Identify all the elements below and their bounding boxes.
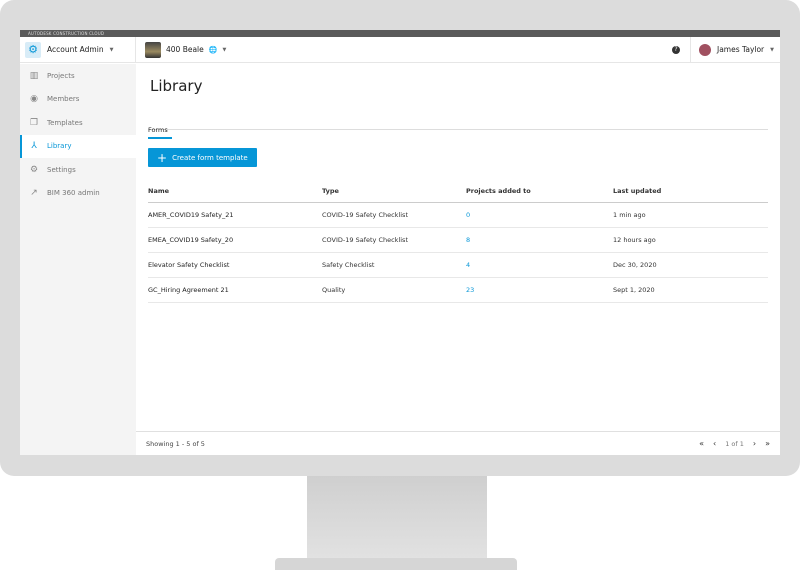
building-icon: ▥ — [29, 70, 39, 81]
form-name[interactable]: GC_Hiring Agreement 21 — [148, 277, 322, 303]
column-header[interactable]: Type — [322, 180, 466, 203]
column-header[interactable]: Last updated — [613, 180, 768, 203]
library-icon: ⅄ — [31, 141, 37, 152]
table-footer: Showing 1 - 5 of 5 « ‹ 1 of 1 › » — [136, 431, 780, 455]
form-name[interactable]: AMER_COVID19 Safety_21 — [148, 202, 322, 228]
sidebar-item-projects[interactable]: ▥ Projects — [20, 64, 136, 88]
last-page-icon[interactable]: » — [765, 439, 770, 448]
tab-forms[interactable]: Forms — [148, 126, 172, 139]
last-updated: Dec 30, 2020 — [613, 252, 768, 278]
account-switcher[interactable]: ⚙ Account Admin ▼ — [20, 37, 136, 62]
projects-count-link[interactable]: 4 — [466, 252, 613, 278]
pagination: « ‹ 1 of 1 › » — [699, 439, 770, 448]
last-updated: 12 hours ago — [613, 227, 768, 253]
form-name[interactable]: Elevator Safety Checklist — [148, 252, 322, 278]
gear-icon: ⚙ — [25, 41, 41, 58]
sidebar: ▥ Projects ◉ Members ❐ Templates ⅄ Library ⚙… — [20, 64, 136, 455]
button-label: Create form template — [172, 153, 248, 162]
sidebar-item-label: BIM 360 admin — [47, 189, 100, 198]
user-circle-icon: ◉ — [30, 94, 38, 105]
next-page-icon[interactable]: › — [753, 439, 756, 448]
avatar — [698, 43, 711, 56]
user-name: James Taylor — [716, 45, 765, 54]
table-row[interactable]: AMER_COVID19 Safety_21 COVID-19 Safety Ch… — [148, 202, 768, 228]
caret-down-icon: ▼ — [770, 46, 774, 53]
projects-count-link[interactable]: 23 — [466, 277, 613, 303]
brand-strip: AUTODESK CONSTRUCTION CLOUD — [20, 30, 780, 37]
column-header[interactable]: Projects added to — [466, 180, 613, 203]
form-type: Safety Checklist — [322, 252, 466, 278]
main-content: Library Forms + Create form template Nam… — [136, 64, 780, 455]
table-header: Name Type Projects added to Last updated — [148, 180, 768, 203]
globe-icon: 🌐 — [208, 45, 218, 54]
first-page-icon[interactable]: « — [699, 439, 704, 448]
monitor-base — [275, 558, 517, 570]
plus-icon: + — [157, 150, 168, 165]
external-link-icon: ↗ — [30, 188, 38, 199]
project-switcher[interactable]: 400 Beale 🌐 ▼ — [136, 41, 227, 58]
last-updated: 1 min ago — [613, 202, 768, 228]
project-label: 400 Beale — [166, 45, 204, 54]
documents-icon: ❐ — [29, 117, 39, 128]
form-type: COVID-19 Safety Checklist — [322, 227, 466, 253]
form-type: Quality — [322, 277, 466, 303]
last-updated: Sept 1, 2020 — [613, 277, 768, 303]
prev-page-icon[interactable]: ‹ — [713, 439, 716, 448]
caret-down-icon: ▼ — [222, 46, 227, 53]
form-name[interactable]: EMEA_COVID19 Safety_20 — [148, 227, 322, 253]
page-title: Library — [150, 77, 203, 95]
page-indicator: 1 of 1 — [725, 439, 744, 448]
sidebar-item-label: Library — [47, 142, 72, 151]
sidebar-item-label: Settings — [47, 165, 76, 174]
sidebar-item-library[interactable]: ⅄ Library — [20, 134, 136, 158]
header: ⚙ Account Admin ▼ 400 Beale 🌐 ▼ ? James … — [20, 37, 780, 63]
table-row[interactable]: GC_Hiring Agreement 21 Quality 23 Sept 1, 2… — [148, 277, 768, 303]
sidebar-item-templates[interactable]: ❐ Templates — [20, 111, 136, 135]
tab-bar: Forms — [148, 117, 768, 139]
sidebar-item-label: Projects — [47, 71, 75, 80]
forms-table: Name Type Projects added to Last updated… — [148, 180, 768, 303]
project-thumbnail — [145, 41, 161, 58]
column-header[interactable]: Name — [148, 180, 322, 203]
sidebar-item-label: Members — [47, 95, 80, 104]
help-icon[interactable]: ? — [671, 45, 680, 54]
sidebar-item-members[interactable]: ◉ Members — [20, 88, 136, 112]
monitor-stand — [307, 476, 487, 560]
projects-count-link[interactable]: 8 — [466, 227, 613, 253]
account-label: Account Admin — [47, 45, 104, 54]
projects-count-link[interactable]: 0 — [466, 202, 613, 228]
caret-down-icon: ▼ — [109, 46, 114, 53]
table-row[interactable]: Elevator Safety Checklist Safety Checklis… — [148, 252, 768, 278]
table-row[interactable]: EMEA_COVID19 Safety_20 COVID-19 Safety Ch… — [148, 227, 768, 253]
showing-count: Showing 1 - 5 of 5 — [146, 439, 205, 448]
screen: AUTODESK CONSTRUCTION CLOUD ⚙ Account Ad… — [20, 30, 780, 455]
create-form-template-button[interactable]: + Create form template — [148, 148, 257, 167]
sidebar-item-bim360-admin[interactable]: ↗ BIM 360 admin — [20, 182, 136, 206]
gear-icon: ⚙ — [29, 164, 39, 175]
form-type: COVID-19 Safety Checklist — [322, 202, 466, 228]
sidebar-item-settings[interactable]: ⚙ Settings — [20, 158, 136, 182]
user-menu[interactable]: James Taylor ▼ — [689, 37, 780, 62]
sidebar-item-label: Templates — [47, 118, 83, 127]
